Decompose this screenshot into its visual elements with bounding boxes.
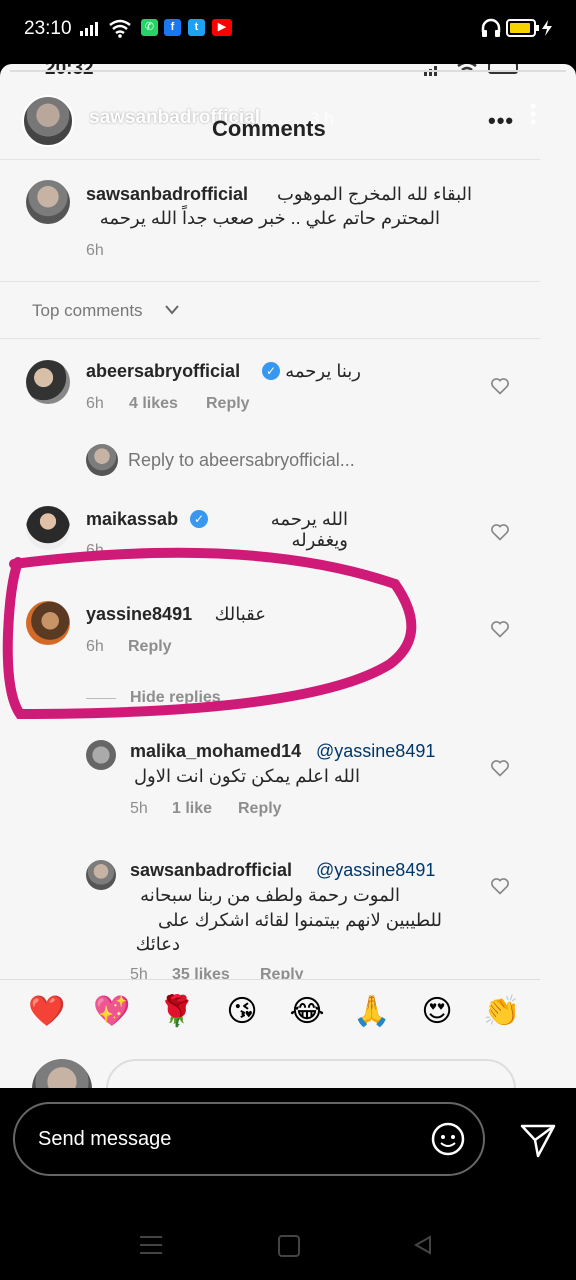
reply-likes[interactable]: 1 like <box>172 800 212 818</box>
heart-icon[interactable] <box>490 522 510 542</box>
emoji-sparkling-heart-icon[interactable]: 💖 <box>92 992 132 1032</box>
reply-mention[interactable]: @yassine8491 <box>316 741 435 762</box>
sticker-icon[interactable] <box>428 1119 468 1159</box>
reply-text-line1: الموت رحمة ولطف من ربنا سبحانه <box>140 885 400 905</box>
reply-mention[interactable]: @yassine8491 <box>316 860 435 881</box>
reply-text: الله اعلم يمكن تكون انت الاول <box>133 766 360 786</box>
inner-status-time: 20:32 <box>45 64 94 79</box>
battery-icon <box>506 19 539 37</box>
comment-likes[interactable]: 4 likes <box>129 395 178 413</box>
reply-time: 5h <box>130 966 148 980</box>
chevron-down-icon[interactable] <box>164 304 180 316</box>
more-options-icon[interactable]: ••• <box>488 108 514 134</box>
emoji-rose-icon[interactable]: 🌹 <box>157 992 197 1032</box>
heart-icon[interactable] <box>490 376 510 396</box>
caption-avatar[interactable] <box>26 180 70 224</box>
signal-icon <box>80 22 98 36</box>
divider <box>0 979 540 980</box>
system-nav-bar <box>0 1200 576 1280</box>
status-bar: 23:10 ✆ f t ▶ <box>0 0 576 64</box>
heart-icon[interactable] <box>490 758 510 778</box>
reply-button[interactable]: Reply <box>206 395 250 413</box>
comment-composer[interactable] <box>106 1059 516 1088</box>
reply-username[interactable]: malika_mohamed14 <box>130 741 301 762</box>
story-progress <box>10 70 566 72</box>
page-title: Comments <box>212 116 326 141</box>
emoji-red-heart-icon[interactable]: ❤️ <box>27 992 67 1032</box>
send-direct-icon[interactable] <box>518 1120 558 1160</box>
reply-likes[interactable]: 35 likes <box>172 966 230 980</box>
recent-apps-icon[interactable] <box>140 1236 162 1254</box>
reply-username[interactable]: sawsanbadrofficial <box>130 860 292 881</box>
wifi-icon <box>109 19 131 38</box>
divider <box>0 159 540 160</box>
inner-battery-icon <box>488 64 518 74</box>
emoji-clap-icon[interactable]: 👏 <box>482 992 522 1032</box>
reply-button[interactable]: Reply <box>238 800 282 818</box>
facebook-icon: f <box>164 19 181 36</box>
reply-input[interactable] <box>128 446 428 474</box>
divider <box>0 281 540 282</box>
reply-text-line2: للطيبين لانهم بيتمنوا لقائه اشكرك على <box>157 910 442 930</box>
story-menu-icon[interactable]: • • • <box>530 97 536 131</box>
send-message-placeholder: Send message <box>38 1128 172 1150</box>
heart-icon[interactable] <box>490 876 510 896</box>
annotation-circle <box>2 547 417 720</box>
charging-icon <box>542 20 552 36</box>
youtube-icon: ▶ <box>212 19 232 36</box>
caption-text-line1: البقاء لله المخرج الموهوب <box>276 184 472 204</box>
home-icon[interactable] <box>278 1235 300 1257</box>
reply-avatar[interactable] <box>86 860 116 890</box>
back-icon[interactable] <box>412 1234 434 1256</box>
comment-username[interactable]: abeersabryofficial <box>86 361 240 382</box>
story-screenshot: 20:32 sawsanbadrofficial 3 h Comments ••… <box>0 64 576 1088</box>
current-user-avatar <box>86 444 118 476</box>
comment-text: ربنا يرحمه <box>285 361 361 381</box>
divider <box>0 338 540 339</box>
whatsapp-icon: ✆ <box>141 19 158 36</box>
story-owner-avatar[interactable] <box>22 95 74 147</box>
verified-icon: ✓ <box>190 510 208 528</box>
twitter-icon: t <box>188 19 205 36</box>
emoji-heart-eyes-icon[interactable]: 😍 <box>417 992 457 1032</box>
emoji-reaction-bar: ❤️ 💖 🌹 😘 😂 🙏 😍 👏 <box>0 992 576 1042</box>
headphones-icon <box>481 18 501 37</box>
caption-text-line2: المحترم حاتم علي .. خبر صعب جداً الله ير… <box>99 208 440 228</box>
sort-label[interactable]: Top comments <box>32 301 143 321</box>
comment-username[interactable]: maikassab <box>86 509 178 530</box>
emoji-pray-icon[interactable]: 🙏 <box>352 992 392 1032</box>
emoji-laughing-icon[interactable]: 😂 <box>287 992 327 1032</box>
heart-icon[interactable] <box>490 619 510 639</box>
emoji-kiss-icon[interactable]: 😘 <box>222 992 262 1032</box>
verified-icon: ✓ <box>262 362 280 380</box>
comment-avatar[interactable] <box>26 360 70 404</box>
composer-avatar <box>32 1059 92 1088</box>
reply-text-line3: دعائك <box>135 934 180 954</box>
caption-time: 6h <box>86 242 104 259</box>
reply-avatar[interactable] <box>86 740 116 770</box>
reply-button[interactable]: Reply <box>260 966 304 980</box>
caption-username[interactable]: sawsanbadrofficial <box>86 184 248 205</box>
comment-time: 6h <box>86 395 104 412</box>
status-time: 23:10 <box>24 18 72 39</box>
reply-time: 5h <box>130 800 148 817</box>
